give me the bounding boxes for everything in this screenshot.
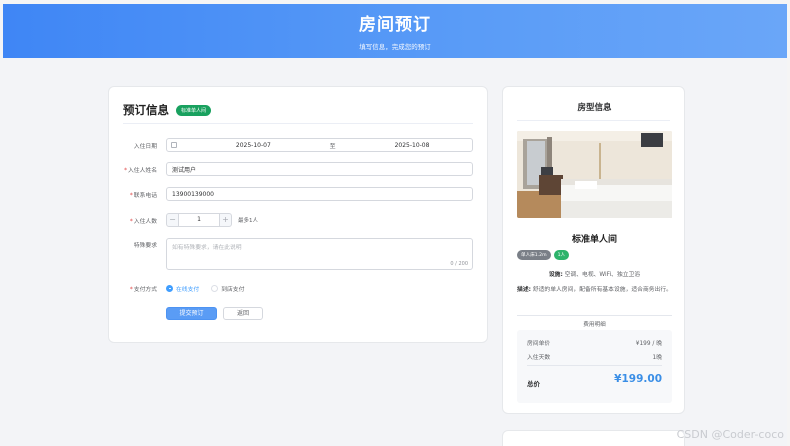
back-button[interactable]: 返回 [223,307,263,320]
room-photo [517,131,672,218]
nights-row: 入住天数 1晚 [527,355,662,361]
submit-booking-button[interactable]: 提交预订 [166,307,217,320]
checkin-date-range-picker[interactable]: 2025-10-07 至 2025-10-08 [166,138,473,152]
checkin-date-label: 入住日期 [133,143,157,150]
char-counter: 0 / 200 [450,261,468,267]
guests-count-input[interactable]: 1 [179,213,219,227]
pay-online-radio[interactable]: 在线支付 [166,284,199,293]
form-divider [123,123,473,124]
fee-details-box: 房间单价 ¥199 / 晚 入住天数 1晚 总价 ¥199.00 [517,330,672,403]
room-info-divider [517,120,670,121]
fee-details-title: 费用明细 [503,311,686,330]
room-info-card: 房型信息 标准单人间 单人床1.2m 1人 设施: 空调、电视、WiFi、独立卫… [502,86,685,414]
special-requests-label: 特殊要求 [133,243,157,249]
page-header: 房间预订 填写信息，完成您的预订 [3,4,787,58]
phone-label: *联系电话 [129,192,157,199]
checkin-start-date: 2025-10-07 [235,141,271,149]
guests-increment-button[interactable]: + [219,213,232,227]
room-description: 描述: 舒适的单人房间，配备所有基本设施，适合商务出行。 [517,287,672,293]
date-range-separator: 至 [329,142,336,150]
form-title: 预订信息 [123,103,169,117]
unit-price-row: 房间单价 ¥199 / 晚 [527,341,662,347]
guests-label: *入住人数 [129,218,157,225]
total-price-label: 总价 [527,380,540,388]
total-price-value: ¥199.00 [614,373,662,385]
special-requests-textarea[interactable]: 如有特殊要求，请在此说明 0 / 200 [166,238,473,270]
checkin-date-row: 入住日期 2025-10-07 至 2025-10-08 [109,138,489,152]
radio-unchecked-icon [211,284,219,292]
guest-name-row: *入住人姓名 测试用户 [109,162,489,176]
special-requests-placeholder: 如有特殊要求，请在此说明 [172,245,242,251]
fee-separator [527,365,662,366]
guests-row: *入住人数 − 1 + 最多1人 [109,213,489,227]
bed-size-badge: 单人床1.2m [517,250,551,260]
watermark: CSDN @Coder-coco [676,428,784,441]
room-info-title: 房型信息 [577,103,612,113]
capacity-badge: 1人 [553,250,570,260]
form-header: 预订信息 标准单人间 [123,102,212,118]
guest-name-input[interactable]: 测试用户 [166,162,473,176]
phone-row: *联系电话 13900139000 [109,187,489,201]
guests-decrement-button[interactable]: − [166,213,179,227]
radio-checked-icon [166,284,173,292]
checkin-end-date: 2025-10-08 [394,141,430,149]
payment-label: *支付方式 [129,286,157,293]
guest-name-label: *入住人姓名 [124,167,157,174]
room-name: 标准单人间 [571,235,617,245]
phone-input[interactable]: 13900139000 [166,187,473,201]
page-title: 房间预订 [359,15,431,35]
room-facilities: 设施: 空调、电视、WiFi、独立卫浴 [548,272,641,278]
calendar-icon [171,142,177,148]
booking-form-card: 预订信息 标准单人间 入住日期 2025-10-07 至 2025-10-08 … [108,86,488,343]
room-badges: 单人床1.2m 1人 [517,250,570,260]
guests-max-hint: 最多1人 [238,218,258,224]
secondary-info-card [502,430,685,446]
page-subtitle: 填写信息，完成您的预订 [359,43,431,51]
payment-radio-group: 在线支付 到店支付 [166,284,256,293]
pay-at-hotel-radio[interactable]: 到店支付 [211,284,244,293]
payment-row: *支付方式 在线支付 到店支付 [109,281,489,295]
guests-stepper[interactable]: − 1 + [166,213,232,227]
room-type-tag: 标准单人间 [176,104,212,116]
